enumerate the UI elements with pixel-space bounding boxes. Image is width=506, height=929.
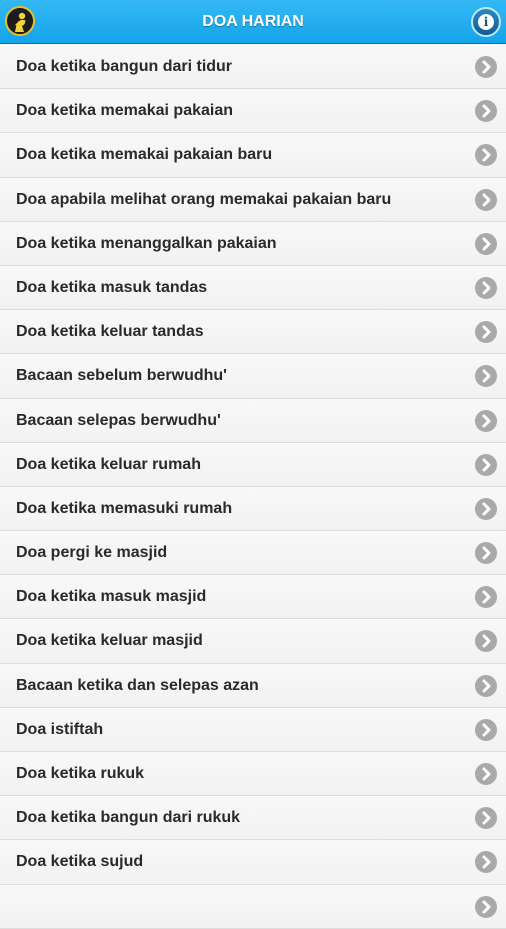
chevron-right-icon [475, 321, 497, 344]
chevron-right-icon [475, 56, 497, 78]
chevron-right-icon [475, 718, 497, 741]
chevron-right-icon [475, 100, 497, 123]
list-item[interactable]: Doa ketika memasuki rumah [0, 486, 506, 532]
list-item[interactable]: Doa pergi ke masjid [0, 531, 506, 576]
chevron-right-icon [475, 409, 497, 432]
chevron-right-icon [475, 276, 497, 299]
list-item[interactable]: Doa ketika keluar rumah [0, 442, 506, 487]
page-title: DOA HARIAN [202, 13, 304, 30]
list-item[interactable]: Doa ketika menanggalkan pakaian [0, 221, 506, 266]
chevron-right-icon [475, 586, 497, 609]
list-item-label: Doa ketika bangun dari rukuk [16, 809, 241, 827]
info-button[interactable]: i [471, 7, 501, 37]
list-item[interactable]: Doa ketika rukuk [0, 752, 506, 797]
list-item[interactable]: Doa apabila melihat orang memakai pakaia… [0, 177, 506, 222]
list-item[interactable]: Bacaan ketika dan selepas azan [0, 663, 506, 708]
list-item[interactable]: Doa ketika bangun dari rukuk [0, 796, 506, 841]
chevron-right-icon [475, 763, 497, 785]
list-item-label: Doa ketika keluar masjid [16, 632, 203, 650]
list-item[interactable]: Doa ketika masuk masjid [0, 575, 506, 620]
list-item-label: Doa ketika bangun dari tidur [16, 58, 233, 75]
chevron-right-icon [475, 188, 497, 211]
chevron-right-icon [475, 144, 497, 167]
list-item-label: Doa ketika rukuk [16, 765, 145, 782]
list-item-label: Doa apabila melihat orang memakai pakaia… [16, 190, 392, 208]
list-item-label: Doa ketika sujud [16, 853, 144, 871]
list-item[interactable]: Doa ketika sujud [0, 840, 506, 885]
list-item[interactable]: Bacaan sebelum berwudhu' [0, 354, 506, 399]
info-icon: i [478, 14, 494, 30]
list-item[interactable]: Doa ketika memakai pakaian baru [0, 133, 506, 178]
list-item[interactable]: Doa ketika masuk tandas [0, 265, 506, 311]
list-item-label: Doa ketika menanggalkan pakaian [16, 234, 277, 252]
list-item-label: Doa ketika masuk tandas [16, 278, 208, 296]
chevron-right-icon [475, 453, 497, 476]
list-item-label: Doa istiftah [16, 720, 104, 738]
list-item[interactable]: Doa istiftah [0, 707, 506, 752]
chevron-right-icon [475, 895, 497, 918]
list-item[interactable]: Doa ketika bangun dari tidur [0, 45, 506, 90]
app-header: DOA HARIAN i [0, 0, 506, 44]
list-item[interactable]: Bacaan selepas berwudhu' [0, 398, 506, 443]
doa-list: Doa ketika bangun dari tidur Doa ketika … [0, 45, 506, 929]
list-item-label: Doa ketika keluar rumah [16, 455, 201, 473]
list-item-label: Doa pergi ke masjid [16, 544, 168, 562]
chevron-right-icon [475, 630, 497, 653]
list-item-label: Doa ketika masuk masjid [16, 588, 207, 606]
list-item[interactable]: Doa ketika memakai pakaian [0, 89, 506, 134]
list-item-label: Bacaan selepas berwudhu' [16, 411, 221, 429]
chevron-right-icon [475, 542, 497, 565]
chevron-right-icon [475, 232, 497, 255]
list-item-label: Doa ketika memasuki rumah [16, 499, 233, 517]
chevron-right-icon [475, 674, 497, 697]
chevron-right-icon [475, 365, 497, 388]
list-item-label: Bacaan ketika dan selepas azan [16, 676, 259, 694]
list-item-label: Doa ketika memakai pakaian [16, 102, 234, 120]
list-item[interactable]: Doa ketika keluar tandas [0, 310, 506, 355]
chevron-right-icon [475, 807, 497, 830]
list-item[interactable]: Doa ketika keluar masjid [0, 619, 506, 664]
chevron-right-icon [475, 497, 497, 520]
chevron-right-icon [475, 851, 497, 874]
list-item[interactable] [0, 884, 506, 929]
list-item-label: Doa ketika keluar tandas [16, 323, 204, 341]
list-item-label: Bacaan sebelum berwudhu' [16, 367, 227, 385]
list-item-label: Doa ketika memakai pakaian baru [16, 146, 273, 164]
